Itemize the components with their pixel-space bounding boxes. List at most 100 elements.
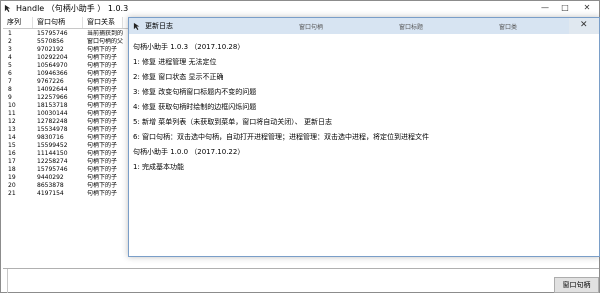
header-label: 窗口句柄	[299, 24, 324, 31]
table-row[interactable]: 11 10030144 句柄下的子	[3, 110, 129, 118]
row-handle: 15599452	[37, 142, 68, 149]
row-relation: 句柄下的子	[87, 158, 118, 165]
row-index: 14	[8, 134, 16, 141]
row-index: 12	[8, 118, 16, 125]
row-index: 8	[8, 86, 12, 93]
changelog-line: 5: 新增 菜单列表（未获取到菜单，窗口将自动关闭）、 更新日志	[133, 118, 332, 126]
table-row[interactable]: 19 9440292 句柄下的子	[3, 174, 129, 182]
row-relation: 句柄下的子	[87, 174, 118, 181]
table-row[interactable]: 17 12258274 句柄下的子	[3, 158, 129, 166]
column-header-handle[interactable]: 窗口句柄	[33, 17, 83, 28]
row-handle: 10030144	[37, 110, 68, 117]
table-row[interactable]: 10 18153718 句柄下的子	[3, 102, 129, 110]
column-header-relation[interactable]: 窗口关系	[83, 17, 123, 28]
row-relation: 当前捕获到的	[87, 30, 124, 37]
table-row[interactable]: 2 5570856 窗口句柄的父	[3, 38, 129, 46]
row-relation: 句柄下的子	[87, 70, 118, 77]
dialog-titlebar[interactable]: 更新日志 窗口句柄 窗口标题 窗口类 ✕	[129, 18, 599, 34]
changelog-line: 4: 修复 获取句柄时绘制的边框闪烁问题	[133, 103, 257, 111]
row-handle: 10946366	[37, 70, 68, 77]
table-row[interactable]: 12 12782248 句柄下的子	[3, 118, 129, 126]
row-handle: 15795746	[37, 30, 68, 37]
row-index: 9	[8, 94, 12, 101]
row-handle: 9702192	[37, 46, 64, 53]
handle-table-body: 1 15795746 当前捕获到的 2 5570856 窗口句柄的父 3 9702192 句柄下…	[3, 30, 129, 198]
changelog-line: 3: 修复 改变句柄窗口标题内不变的问题	[133, 88, 257, 96]
table-row[interactable]: 15 15599452 句柄下的子	[3, 142, 129, 150]
row-index: 15	[8, 142, 16, 149]
row-relation: 句柄下的子	[87, 182, 118, 189]
row-handle: 4197154	[37, 190, 64, 197]
row-relation: 句柄下的子	[87, 46, 118, 53]
table-row[interactable]: 3 9702192 句柄下的子	[3, 46, 129, 54]
row-relation: 句柄下的子	[87, 142, 118, 149]
row-index: 13	[8, 126, 16, 133]
table-row[interactable]: 8 14092644 句柄下的子	[3, 86, 129, 94]
row-handle: 15795746	[37, 166, 68, 173]
table-row[interactable]: 20 8653878 句柄下的子	[3, 182, 129, 190]
close-button[interactable]: ✕	[575, 1, 599, 15]
row-handle: 9440292	[37, 174, 64, 181]
row-index: 10	[8, 102, 16, 109]
table-row[interactable]: 9 12257966 句柄下的子	[3, 94, 129, 102]
dialog-close-button[interactable]: ✕	[569, 18, 599, 34]
row-handle: 10564970	[37, 62, 68, 69]
row-index: 5	[8, 62, 12, 69]
table-row[interactable]: 16 11144150 句柄下的子	[3, 150, 129, 158]
row-index: 7	[8, 78, 12, 85]
row-relation: 句柄下的子	[87, 166, 118, 173]
dialog-header-labels: 窗口句柄 窗口标题 窗口类	[279, 18, 579, 34]
changelog-line: 句柄小助手 1.0.0 （2017.10.22）	[133, 148, 245, 156]
row-handle: 9767226	[37, 78, 64, 85]
table-row[interactable]: 4 10292204 句柄下的子	[3, 54, 129, 62]
row-relation: 句柄下的子	[87, 190, 118, 197]
maximize-button[interactable]: □	[555, 1, 575, 15]
row-relation: 句柄下的子	[87, 118, 118, 125]
row-relation: 句柄下的子	[87, 126, 118, 133]
main-titlebar[interactable]: Handle （句柄小助手 ） 1.0.3 — □ ✕	[1, 1, 599, 15]
row-index: 1	[8, 30, 12, 37]
changelog-line: 句柄小助手 1.0.3 （2017.10.28）	[133, 43, 245, 51]
row-index: 17	[8, 158, 16, 165]
row-index: 6	[8, 70, 12, 77]
row-relation: 句柄下的子	[87, 86, 118, 93]
row-handle: 12782248	[37, 118, 68, 125]
row-relation: 句柄下的子	[87, 110, 118, 117]
row-handle: 9830716	[37, 134, 64, 141]
app-icon	[4, 4, 11, 13]
row-relation: 句柄下的子	[87, 102, 118, 109]
row-index: 21	[8, 190, 16, 197]
window-title: Handle （句柄小助手 ） 1.0.3	[16, 4, 129, 13]
changelog-line: 2: 修复 窗口状态 显示不正确	[133, 73, 224, 81]
row-relation: 句柄下的子	[87, 54, 118, 61]
table-row[interactable]: 14 9830716 句柄下的子	[3, 134, 129, 142]
row-index: 18	[8, 166, 16, 173]
row-relation: 句柄下的子	[87, 150, 118, 157]
header-label: 窗口类	[499, 24, 518, 31]
row-relation: 句柄下的子	[87, 94, 118, 101]
table-row[interactable]: 1 15795746 当前捕获到的	[3, 30, 129, 38]
row-handle: 15534978	[37, 126, 68, 133]
row-relation: 句柄下的子	[87, 78, 118, 85]
changelog-dialog: 更新日志 窗口句柄 窗口标题 窗口类 ✕ 句柄小助手 1.0.3 （2017.1…	[128, 17, 600, 257]
table-row[interactable]: 5 10564970 句柄下的子	[3, 62, 129, 70]
table-row[interactable]: 21 4197154 句柄下的子	[3, 190, 129, 198]
row-relation: 句柄下的子	[87, 62, 118, 69]
table-row[interactable]: 7 9767226 句柄下的子	[3, 78, 129, 86]
row-index: 11	[8, 110, 16, 117]
bottom-panel	[7, 269, 127, 293]
minimize-button[interactable]: —	[535, 1, 555, 15]
table-row[interactable]: 13 15534978 句柄下的子	[3, 126, 129, 134]
row-relation: 窗口句柄的父	[87, 38, 124, 45]
window-handle-button[interactable]: 窗口句柄	[554, 277, 599, 293]
row-handle: 14092644	[37, 86, 68, 93]
row-handle: 8653878	[37, 182, 64, 189]
changelog-line: 1: 完成基本功能	[133, 163, 185, 171]
changelog-line: 1: 修复 进程管理 无法定位	[133, 58, 217, 66]
row-handle: 5570856	[37, 38, 64, 45]
row-handle: 11144150	[37, 150, 68, 157]
row-handle: 12257966	[37, 94, 68, 101]
column-header-index[interactable]: 序列	[3, 17, 33, 28]
table-row[interactable]: 18 15795746 句柄下的子	[3, 166, 129, 174]
table-row[interactable]: 6 10946366 句柄下的子	[3, 70, 129, 78]
